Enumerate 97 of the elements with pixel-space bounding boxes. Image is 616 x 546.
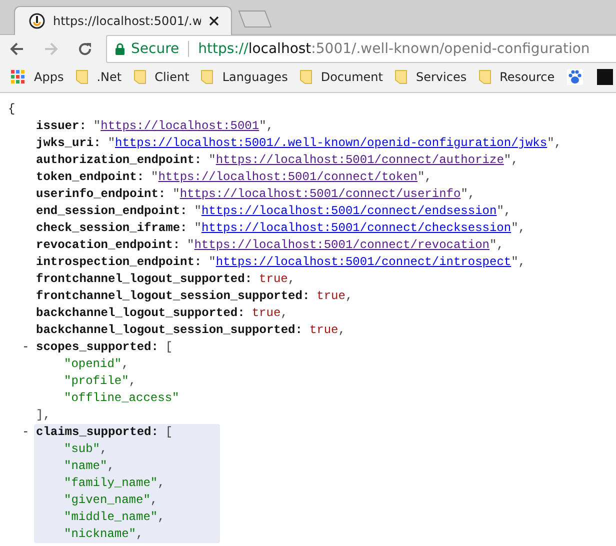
bookmark-folder[interactable]: Services [395, 66, 467, 88]
json-key: backchannel_logout_supported: [36, 305, 245, 322]
string-value: "offline_access" [64, 390, 180, 407]
punctuation: , [158, 475, 165, 492]
folder-icon [201, 70, 214, 84]
string-value: "profile" [64, 373, 129, 390]
reload-icon[interactable] [78, 42, 92, 56]
folder-icon [134, 70, 146, 84]
string-value: "middle_name" [64, 509, 158, 526]
punctuation: , [122, 356, 129, 373]
boolean-value: true [309, 322, 338, 339]
json-key: frontchannel_logout_supported: [36, 271, 252, 288]
folder-icon [395, 70, 407, 84]
json-key: token_endpoint: [36, 169, 144, 186]
url-link[interactable]: https://localhost:5001/.well-known/openid-configuration/jwks [115, 135, 548, 152]
punctuation: , [338, 322, 346, 339]
url-text: https://localhost:5001/.well-known/openid-configuration [198, 40, 590, 56]
json-key: scopes_supported: [36, 339, 158, 356]
folder-icon [478, 70, 491, 84]
punctuation: [ [165, 339, 173, 356]
punctuation: , [158, 509, 165, 526]
url-link[interactable]: https://localhost:5001/connect/token [158, 169, 418, 186]
punctuation: " [208, 152, 216, 169]
punctuation: , [100, 441, 108, 458]
string-value: "sub" [64, 441, 100, 458]
bookmark-folder[interactable]: Document [300, 66, 383, 88]
punctuation: ", [511, 220, 526, 237]
json-key: claims_supported: [36, 424, 158, 441]
json-key: issuer: [36, 118, 86, 135]
apps-bookmark[interactable]: Apps [11, 66, 64, 88]
punctuation: " [208, 254, 216, 271]
lock-icon [115, 42, 125, 54]
string-value: "openid" [64, 356, 122, 373]
json-key: userinfo_endpoint: [36, 186, 166, 203]
url-link[interactable]: https://localhost:5001/connect/checksession [201, 220, 512, 237]
punctuation: , [280, 305, 288, 322]
punctuation: ", [547, 135, 562, 152]
paw-icon[interactable] [566, 69, 583, 85]
folder-icon [300, 70, 312, 84]
punctuation: " [108, 135, 116, 152]
boolean-value: true [259, 271, 288, 288]
favicon-icon [29, 13, 45, 29]
bookmark-folder[interactable]: .Net [76, 66, 122, 88]
punctuation: , [136, 526, 144, 543]
punctuation: , [288, 271, 296, 288]
punctuation: " [194, 203, 202, 220]
bookmark-folder[interactable]: Client [134, 66, 190, 88]
json-key: introspection_endpoint: [36, 254, 202, 271]
punctuation: , [107, 458, 114, 475]
boolean-value: true [252, 305, 281, 322]
punctuation: ", [259, 118, 274, 135]
string-value: "given_name" [64, 492, 150, 509]
punctuation: " [172, 186, 180, 203]
url-link[interactable]: https://localhost:5001/connect/endsession [201, 203, 497, 220]
apps-grid-icon [11, 70, 25, 84]
punctuation: ], [36, 407, 50, 424]
json-key: frontchannel_logout_session_supported: [36, 288, 310, 305]
url-link[interactable]: https://localhost:5001 [100, 118, 260, 135]
open-brace: { [8, 101, 16, 118]
square-logo-icon[interactable] [596, 69, 613, 85]
url-link[interactable]: https://localhost:5001/connect/introspect [216, 254, 512, 271]
collapse-toggle[interactable]: - [22, 340, 30, 354]
string-value: "family_name" [64, 475, 158, 492]
punctuation: ", [504, 152, 518, 169]
security-label: Secure [131, 40, 180, 56]
punctuation: ", [417, 169, 432, 186]
json-key: backchannel_logout_session_supported: [36, 322, 302, 339]
punctuation: , [150, 492, 158, 509]
punctuation: ", [496, 203, 512, 220]
boolean-value: true [316, 288, 346, 305]
string-value: "name" [64, 458, 108, 475]
folder-icon [76, 70, 88, 84]
punctuation: " [194, 220, 202, 237]
punctuation: , [128, 373, 136, 390]
json-key: jwks_uri: [36, 135, 101, 152]
url-link[interactable]: https://localhost:5001/connect/authorize [216, 152, 504, 169]
json-key: end_session_endpoint: [36, 203, 188, 220]
url-link[interactable]: https://localhost:5001/connect/userinfo [180, 186, 461, 203]
bookmark-folder[interactable]: Resource [478, 66, 555, 88]
collapse-toggle[interactable]: - [22, 425, 30, 439]
punctuation: ", [460, 186, 476, 203]
string-value: "nickname" [64, 526, 136, 543]
back-arrow-icon[interactable] [10, 42, 24, 56]
bookmark-folder[interactable]: Languages [201, 66, 288, 88]
punctuation: " [187, 237, 194, 254]
punctuation: ", [489, 237, 504, 254]
punctuation: [ [165, 424, 173, 441]
close-icon[interactable] [209, 16, 219, 26]
punctuation: ", [511, 254, 526, 271]
json-key: authorization_endpoint: [36, 152, 202, 169]
json-key: check_session_iframe: [36, 220, 188, 237]
punctuation: " [93, 118, 101, 135]
address-bar[interactable]: Secure https://localhost:5001/.well-known/openid-configuration [106, 34, 616, 62]
punctuation: , [345, 288, 353, 305]
url-link[interactable]: https://localhost:5001/connect/revocation [194, 237, 490, 254]
json-key: revocation_endpoint: [36, 237, 180, 254]
punctuation: " [151, 169, 158, 186]
